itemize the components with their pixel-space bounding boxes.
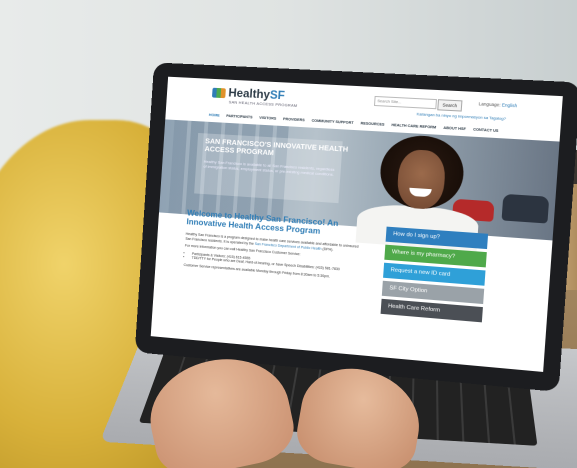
language-selector[interactable]: Language: English bbox=[479, 101, 518, 108]
nav-visitors[interactable]: VISITORS bbox=[259, 115, 276, 120]
photo-scene: HealthySF SAN HEALTH ACCESS PROGRAM Sear… bbox=[0, 0, 577, 468]
search-button[interactable]: Search bbox=[437, 99, 463, 112]
tagalog-link[interactable]: Kailangan ba ninyo ng impormasyon sa Tag… bbox=[416, 111, 506, 121]
logo-text-sf: SF bbox=[269, 87, 286, 103]
main-body-text: Healthy San Francisco is a program desig… bbox=[183, 232, 365, 285]
nav-providers[interactable]: PROVIDERS bbox=[283, 117, 305, 122]
laptop-screen: HealthySF SAN HEALTH ACCESS PROGRAM Sear… bbox=[150, 76, 563, 372]
nav-contact[interactable]: CONTACT US bbox=[473, 127, 499, 132]
search-input[interactable]: Search Site... bbox=[373, 95, 437, 110]
nav-about[interactable]: ABOUT HSF bbox=[443, 125, 466, 130]
nav-resources[interactable]: RESOURCES bbox=[360, 121, 384, 126]
nav-community-support[interactable]: COMMUNITY SUPPORT bbox=[311, 118, 353, 124]
language-label: Language: bbox=[478, 101, 501, 108]
logo-tagline: SAN HEALTH ACCESS PROGRAM bbox=[228, 99, 298, 108]
nav-home[interactable]: HOME bbox=[209, 113, 220, 118]
nav-participants[interactable]: PARTICIPANTS bbox=[226, 113, 253, 118]
intro-end: (DPH). bbox=[322, 246, 334, 252]
hero-dark-car bbox=[501, 193, 550, 224]
nav-health-care-reform[interactable]: HEALTH CARE REFORM bbox=[391, 123, 436, 129]
language-value[interactable]: English bbox=[502, 102, 518, 108]
logo-icon bbox=[211, 87, 226, 99]
quick-links: How do I sign up? Where is my pharmacy? … bbox=[380, 226, 489, 323]
laptop-lid: HealthySF SAN HEALTH ACCESS PROGRAM Sear… bbox=[134, 62, 577, 392]
